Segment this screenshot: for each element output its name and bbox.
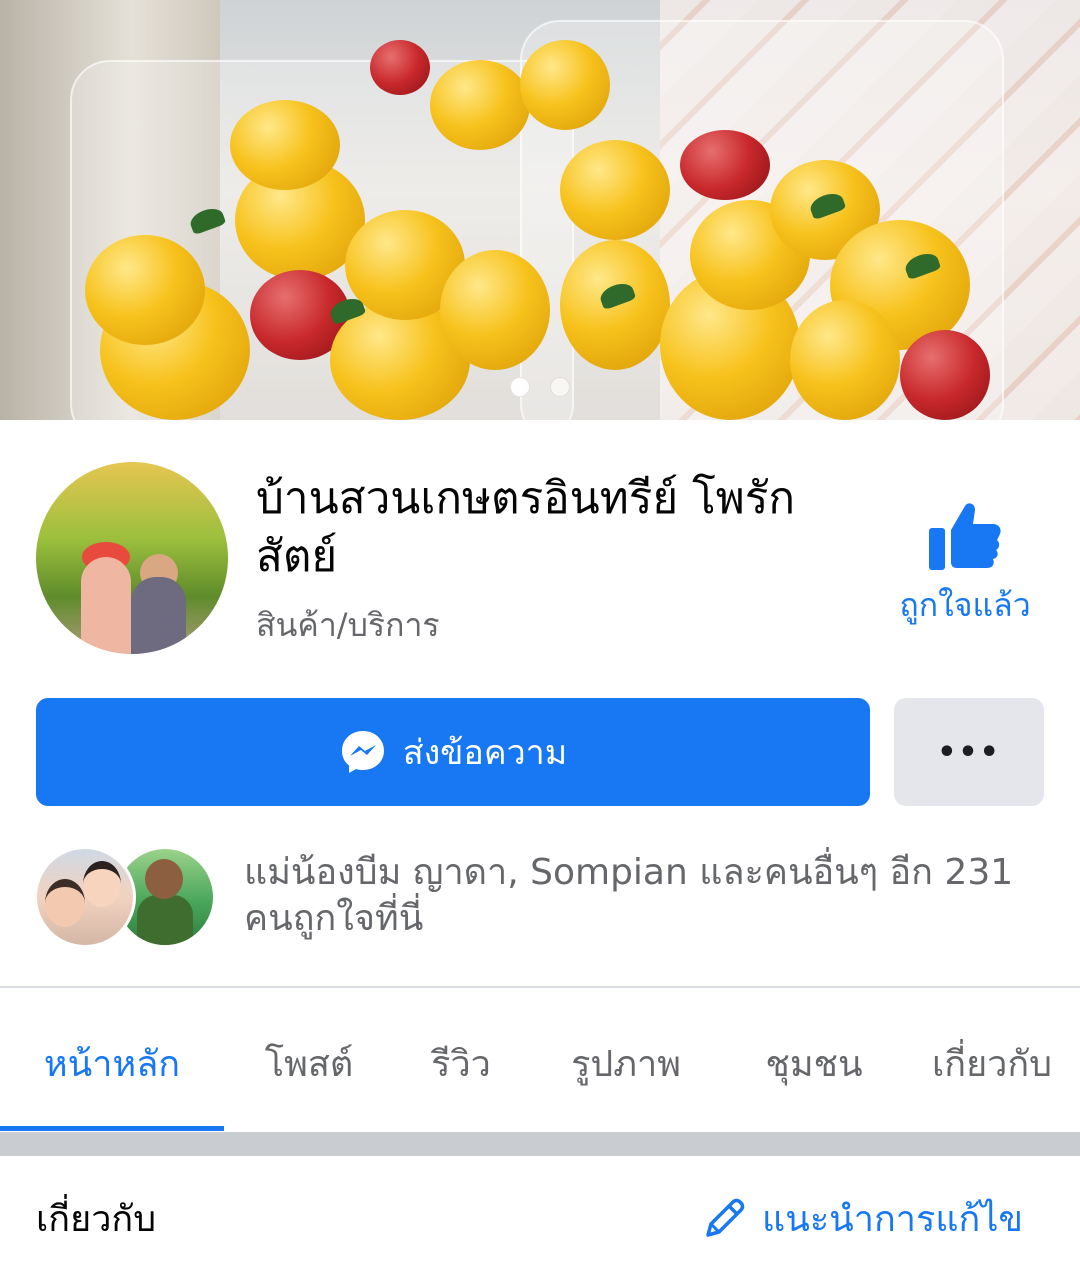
tab-about[interactable]: เกี่ยวกับ — [904, 1000, 1080, 1126]
carousel-dot[interactable] — [510, 377, 530, 397]
page-category[interactable]: สินค้า/บริการ — [256, 600, 440, 651]
section-divider — [0, 986, 1080, 988]
cover-photo[interactable] — [0, 0, 1080, 420]
liked-label: ถูกใจแล้ว — [899, 586, 1031, 624]
friend-face — [145, 859, 183, 899]
friend-face — [83, 861, 121, 907]
cover-tomato — [680, 130, 770, 200]
tab-home[interactable]: หน้าหลัก — [0, 1000, 224, 1126]
cover-tomato — [85, 235, 205, 345]
cover-tomato — [520, 40, 610, 130]
messenger-icon — [341, 731, 384, 773]
pencil-icon — [706, 1198, 745, 1237]
friend-body — [137, 895, 193, 945]
liked-button[interactable]: ถูกใจแล้ว — [880, 500, 1050, 640]
carousel-dot[interactable] — [550, 377, 570, 397]
send-message-button[interactable]: ส่งข้อความ — [36, 698, 870, 806]
cover-tomato — [230, 100, 340, 190]
page-profile-picture[interactable] — [36, 462, 228, 654]
more-options-button[interactable]: ••• — [894, 698, 1044, 806]
page-title: บ้านสวนเกษตรอินทรีย์ โพรักสัตย์ — [256, 473, 796, 582]
friend-face — [45, 879, 85, 927]
suggest-edit-label: แนะนำการแก้ไข — [762, 1198, 1024, 1240]
suggest-edit-link[interactable]: แนะนำการแก้ไข — [702, 1188, 1023, 1248]
cover-tomato — [440, 250, 550, 370]
about-heading: เกี่ยวกับ — [36, 1199, 157, 1240]
friends-like-text[interactable]: แม่น้องบีม ญาดา, Sompian และคนอื่นๆ อีก … — [244, 850, 1034, 942]
friend-avatar[interactable] — [34, 846, 136, 948]
tab-reviews[interactable]: รีวิว — [394, 1000, 528, 1126]
cover-tomato — [370, 40, 430, 95]
tab-posts[interactable]: โพสต์ — [224, 1000, 394, 1126]
avatar-person — [81, 557, 131, 654]
more-options-icon: ••• — [937, 734, 1001, 770]
send-message-label: ส่งข้อความ — [402, 733, 568, 773]
tab-community[interactable]: ชุมชน — [724, 1000, 904, 1126]
active-tab-indicator — [0, 1126, 224, 1131]
cover-tomato — [560, 140, 670, 240]
carousel-indicator — [510, 377, 570, 397]
tab-photos[interactable]: รูปภาพ — [528, 1000, 724, 1126]
cover-tomato — [900, 330, 990, 420]
thumbs-up-icon — [929, 503, 1001, 570]
avatar-person — [131, 577, 186, 654]
section-separator — [0, 1132, 1080, 1156]
cover-tomato — [790, 300, 900, 420]
page-tabs: หน้าหลัก โพสต์ รีวิว รูปภาพ ชุมชน เกี่ยว… — [0, 1000, 1080, 1130]
cover-tomato — [430, 60, 530, 150]
